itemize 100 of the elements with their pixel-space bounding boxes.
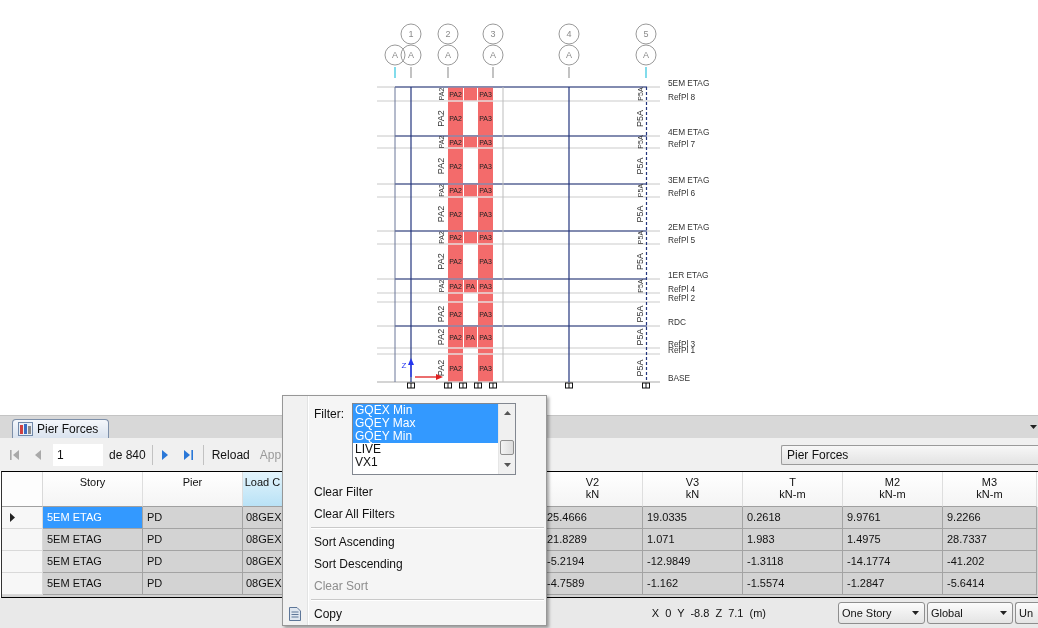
grid-tick bbox=[568, 66, 570, 79]
filter-list[interactable]: GQEX Min GQEY Max GQEY Min LIVE VX1 bbox=[352, 403, 516, 475]
table-cell: PD bbox=[143, 507, 243, 529]
support-icon bbox=[565, 382, 573, 389]
table-cell: 5EM ETAG bbox=[43, 573, 143, 595]
menu-item[interactable]: Sort Ascending bbox=[283, 531, 546, 553]
grid-tick bbox=[492, 66, 494, 79]
axis-label: Z bbox=[401, 361, 407, 370]
pier-wall bbox=[478, 293, 493, 302]
table-cell: 5EM ETAG bbox=[43, 529, 143, 551]
level-label: RefPl 5 bbox=[668, 234, 696, 245]
dropdown[interactable]: Global bbox=[927, 602, 1013, 624]
grid-bubble: A bbox=[635, 44, 657, 66]
grid-bubble: 1 bbox=[400, 23, 422, 45]
grid-tick bbox=[394, 66, 396, 79]
tab[interactable]: Pier Forces bbox=[12, 419, 110, 438]
caret-down-icon[interactable] bbox=[503, 463, 511, 467]
toolbar-button[interactable]: Reload bbox=[211, 443, 250, 466]
pier-label: P5A bbox=[635, 328, 645, 346]
grid-bubble: A bbox=[437, 44, 459, 66]
caret-down-icon bbox=[912, 611, 919, 615]
support-icon bbox=[642, 382, 650, 389]
pier-label: P5A bbox=[635, 205, 645, 223]
grid-tick bbox=[645, 66, 647, 79]
pier-label: PA2 bbox=[436, 359, 446, 377]
menu-item[interactable]: Sort Descending bbox=[283, 553, 546, 575]
level-label: RefPl 2 bbox=[668, 292, 696, 303]
menu-item[interactable]: Clear All Filters bbox=[283, 503, 546, 525]
table-cell: -1.2847 bbox=[843, 573, 943, 595]
table-cell: 28.7337 bbox=[943, 529, 1037, 551]
status-button[interactable]: Un bbox=[1015, 602, 1038, 624]
menu-item[interactable]: Copy bbox=[283, 603, 546, 625]
coordinates-text: X 0 Y -8.8 Z 7.1 (m) bbox=[651, 607, 766, 619]
table-cell: -1.5574 bbox=[743, 573, 843, 595]
table-cell: 1.983 bbox=[743, 529, 843, 551]
row-header[interactable] bbox=[2, 507, 43, 529]
grid-tick bbox=[447, 66, 449, 79]
list-option[interactable]: VX1 bbox=[353, 456, 498, 469]
page-field[interactable]: 1 bbox=[53, 443, 103, 466]
caret-down-icon[interactable] bbox=[1030, 425, 1037, 429]
document-icon bbox=[289, 607, 301, 621]
dropdown[interactable]: Pier Forces bbox=[781, 444, 1038, 465]
support-icon bbox=[407, 382, 415, 389]
table-cell: -12.9849 bbox=[643, 551, 743, 573]
grid-bubble: 3 bbox=[482, 23, 504, 45]
support-icon bbox=[489, 382, 497, 389]
support-icon bbox=[444, 382, 452, 389]
triangle-right-icon bbox=[10, 513, 15, 522]
grid-icon bbox=[18, 422, 33, 436]
grid-bubble: A bbox=[400, 44, 422, 66]
level-label: RefPl 4 bbox=[668, 283, 696, 294]
table-cell: 9.9761 bbox=[843, 507, 943, 529]
triangle-right-icon bbox=[161, 449, 168, 460]
pier-label: P5A bbox=[635, 305, 645, 323]
grid-bubble: 2 bbox=[437, 23, 459, 45]
grid-bubble: 5 bbox=[635, 23, 657, 45]
scrollbar-thumb[interactable] bbox=[500, 440, 514, 455]
filter-label: Filter: bbox=[314, 406, 345, 423]
grid-tick bbox=[410, 66, 412, 79]
list-option[interactable]: LIVE bbox=[353, 443, 498, 456]
caret-down-icon bbox=[1000, 611, 1007, 615]
grid-bubble: A bbox=[558, 44, 580, 66]
pier-label: PA2 bbox=[436, 110, 446, 127]
support-icon bbox=[474, 382, 482, 389]
level-label: 3EM ETAG bbox=[668, 174, 710, 185]
pier-label: PA2 bbox=[436, 205, 446, 223]
z-axis-arrow bbox=[408, 358, 414, 378]
level-label: RDC bbox=[668, 316, 686, 327]
scrollbar[interactable] bbox=[498, 404, 515, 474]
pier-label: PA2 bbox=[436, 328, 446, 346]
table-cell: 0.2618 bbox=[743, 507, 843, 529]
support-icon bbox=[459, 382, 467, 389]
table-cell: PD bbox=[143, 529, 243, 551]
pier-wall bbox=[448, 348, 463, 354]
level-label: RefPl 6 bbox=[668, 187, 696, 198]
table-cell: 1.071 bbox=[643, 529, 743, 551]
grid-bubble: 4 bbox=[558, 23, 580, 45]
level-label: 2EM ETAG bbox=[668, 221, 710, 232]
table-cell: 5EM ETAG bbox=[43, 551, 143, 573]
pier-label: P5A bbox=[635, 253, 645, 270]
table-cell: 19.0335 bbox=[643, 507, 743, 529]
level-label: 5EM ETAG bbox=[668, 77, 710, 88]
table-cell: -5.6414 bbox=[943, 573, 1037, 595]
pier-wall bbox=[448, 293, 463, 302]
table-cell: 9.2266 bbox=[943, 507, 1037, 529]
pier-wall bbox=[464, 136, 477, 148]
pier-label: P5A bbox=[635, 157, 645, 175]
menu-item[interactable]: Clear Filter bbox=[283, 481, 546, 503]
column-header[interactable]: Load C bbox=[243, 472, 283, 507]
triangle-left-icon bbox=[35, 449, 41, 460]
level-label: RefPl 7 bbox=[668, 138, 696, 149]
table-cell: PD bbox=[143, 573, 243, 595]
table-cell: 5EM ETAG bbox=[43, 507, 143, 529]
pier-label: PA2 bbox=[436, 305, 446, 323]
dropdown[interactable]: One Story bbox=[838, 602, 925, 624]
level-label: 4EM ETAG bbox=[668, 126, 710, 137]
table-cell: PD bbox=[143, 551, 243, 573]
pier-label: P5A bbox=[635, 359, 645, 377]
x-axis-arrow bbox=[414, 374, 443, 380]
skip-start-icon bbox=[9, 449, 19, 460]
